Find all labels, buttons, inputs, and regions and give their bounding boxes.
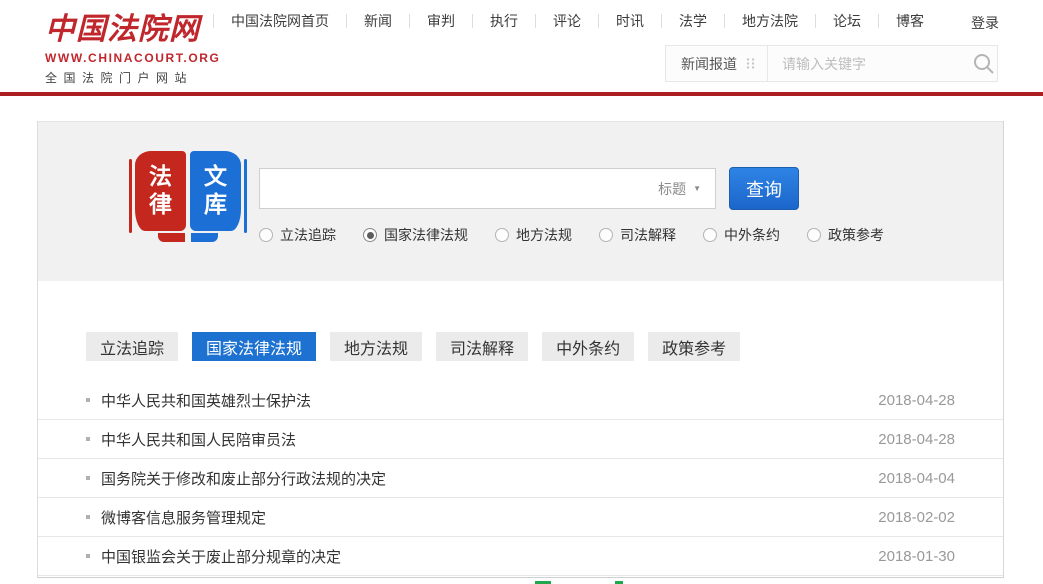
law-date: 2018-04-28 [878,431,955,448]
nav-item[interactable]: 审判 [409,14,472,28]
law-list-row[interactable]: 微博客信息服务管理规定 2018-02-02 [38,498,1003,537]
nav-item[interactable]: 时讯 [598,14,661,28]
law-title-link[interactable]: 中国银监会关于废止部分规章的决定 [101,546,878,567]
law-list-row[interactable]: 中华人民共和国人民陪审员法 2018-04-28 [38,420,1003,459]
law-category-tab[interactable]: 立法追踪 [86,332,178,361]
red-divider [0,92,1043,96]
nav-item[interactable]: 论坛 [815,14,878,28]
law-category-tabs: 立法追踪 国家法律法规 地方法规 司法解释 中外条约 政策参考 [86,332,740,361]
bullet-icon [86,554,90,558]
login-link[interactable]: 登录 [971,13,999,33]
nav-item[interactable]: 新闻 [346,14,409,28]
law-library-logo: 法律 文库 [129,151,247,246]
law-list: 中华人民共和国英雄烈士保护法 2018-04-28 中华人民共和国人民陪审员法 … [38,381,1003,576]
law-category-tab[interactable]: 地方法规 [330,332,422,361]
law-category-radio[interactable]: 地方法规 [495,225,572,245]
nav-item[interactable]: 博客 [878,14,941,28]
radio-label: 政策参考 [828,225,884,245]
bullet-icon [86,515,90,519]
site-logo[interactable]: 中国法院网 WWW.CHINACOURT.ORG 全国法院门户网站 [45,10,205,86]
radio-label: 国家法律法规 [384,225,468,245]
bullet-icon [86,437,90,441]
top-nav: 中国法院网首页 新闻 审判 执行 评论 时讯 法学 地方法院 论坛 博客 [213,12,941,30]
radio-icon [807,228,821,242]
law-list-row[interactable]: 中华人民共和国英雄烈士保护法 2018-04-28 [38,381,1003,420]
law-list-row[interactable]: 国务院关于修改和废止部分行政法规的决定 2018-04-04 [38,459,1003,498]
page: 中国法院网 WWW.CHINACOURT.ORG 全国法院门户网站 中国法院网首… [0,0,1043,584]
law-category-tab[interactable]: 国家法律法规 [192,332,316,361]
law-category-radio[interactable]: 司法解释 [599,225,676,245]
category-grid-icon [746,57,755,70]
header-search-bar: 新闻报道 [665,45,998,82]
book-page-red: 法律 [135,151,186,231]
query-button[interactable]: 查询 [729,167,799,210]
search-category-dropdown[interactable]: 新闻报道 [666,46,768,81]
radio-icon [495,228,509,242]
law-category-tab[interactable]: 中外条约 [542,332,634,361]
book-edge-blue [244,159,247,233]
book-tail-blue [191,233,218,242]
radio-label: 立法追踪 [280,225,336,245]
radio-icon [599,228,613,242]
field-selector-label: 标题 [658,179,686,199]
nav-item[interactable]: 地方法院 [724,14,815,28]
law-date: 2018-04-04 [878,470,955,487]
book-text-left: 法律 [149,163,172,218]
law-date: 2018-02-02 [878,509,955,526]
nav-item[interactable]: 执行 [472,14,535,28]
nav-item[interactable]: 评论 [535,14,598,28]
law-title-link[interactable]: 中华人民共和国英雄烈士保护法 [101,390,878,411]
law-category-tab[interactable]: 司法解释 [436,332,528,361]
law-date: 2018-01-30 [878,548,955,565]
law-search-panel: 法律 文库 标题 ▼ 查询 立法 [38,121,1003,281]
law-category-radio[interactable]: 政策参考 [807,225,884,245]
radio-label: 中外条约 [724,225,780,245]
site-logo-title: 中国法院网 [45,10,205,49]
book-page-blue: 文库 [190,151,241,231]
book-tail-red [158,233,185,242]
nav-item[interactable]: 中国法院网首页 [213,14,346,28]
law-query-box: 标题 ▼ [259,168,716,209]
law-title-link[interactable]: 微博客信息服务管理规定 [101,507,878,528]
bullet-icon [86,476,90,480]
law-category-tab[interactable]: 政策参考 [648,332,740,361]
law-query-input[interactable] [260,169,644,208]
site-logo-subtitle: 全国法院门户网站 [45,69,205,86]
field-selector-dropdown[interactable]: 标题 ▼ [644,179,715,199]
search-icon [972,52,996,76]
bullet-icon [86,398,90,402]
site-logo-url: WWW.CHINACOURT.ORG [45,51,205,65]
law-category-radios: 立法追踪 国家法律法规 地方法规 司法解释 [259,225,884,245]
search-category-label: 新闻报道 [681,54,737,74]
radio-icon [363,228,377,242]
law-date: 2018-04-28 [878,392,955,409]
law-category-radio[interactable]: 立法追踪 [259,225,336,245]
law-category-radio[interactable]: 中外条约 [703,225,780,245]
law-category-radio[interactable]: 国家法律法规 [363,225,468,245]
radio-label: 司法解释 [620,225,676,245]
radio-icon [703,228,717,242]
keyword-search-input[interactable] [768,56,971,72]
law-list-row[interactable]: 中国银监会关于废止部分规章的决定 2018-01-30 [38,537,1003,576]
book-text-right: 文库 [204,163,227,218]
book-edge-red [129,159,132,233]
law-title-link[interactable]: 中华人民共和国人民陪审员法 [101,429,878,450]
radio-icon [259,228,273,242]
site-header: 中国法院网 WWW.CHINACOURT.ORG 全国法院门户网站 中国法院网首… [0,0,1043,92]
main-container: 法律 文库 标题 ▼ 查询 立法 [37,121,1004,578]
chevron-down-icon: ▼ [693,184,701,193]
nav-item[interactable]: 法学 [661,14,724,28]
law-title-link[interactable]: 国务院关于修改和废止部分行政法规的决定 [101,468,878,489]
header-search-button[interactable] [971,46,997,81]
radio-label: 地方法规 [516,225,572,245]
